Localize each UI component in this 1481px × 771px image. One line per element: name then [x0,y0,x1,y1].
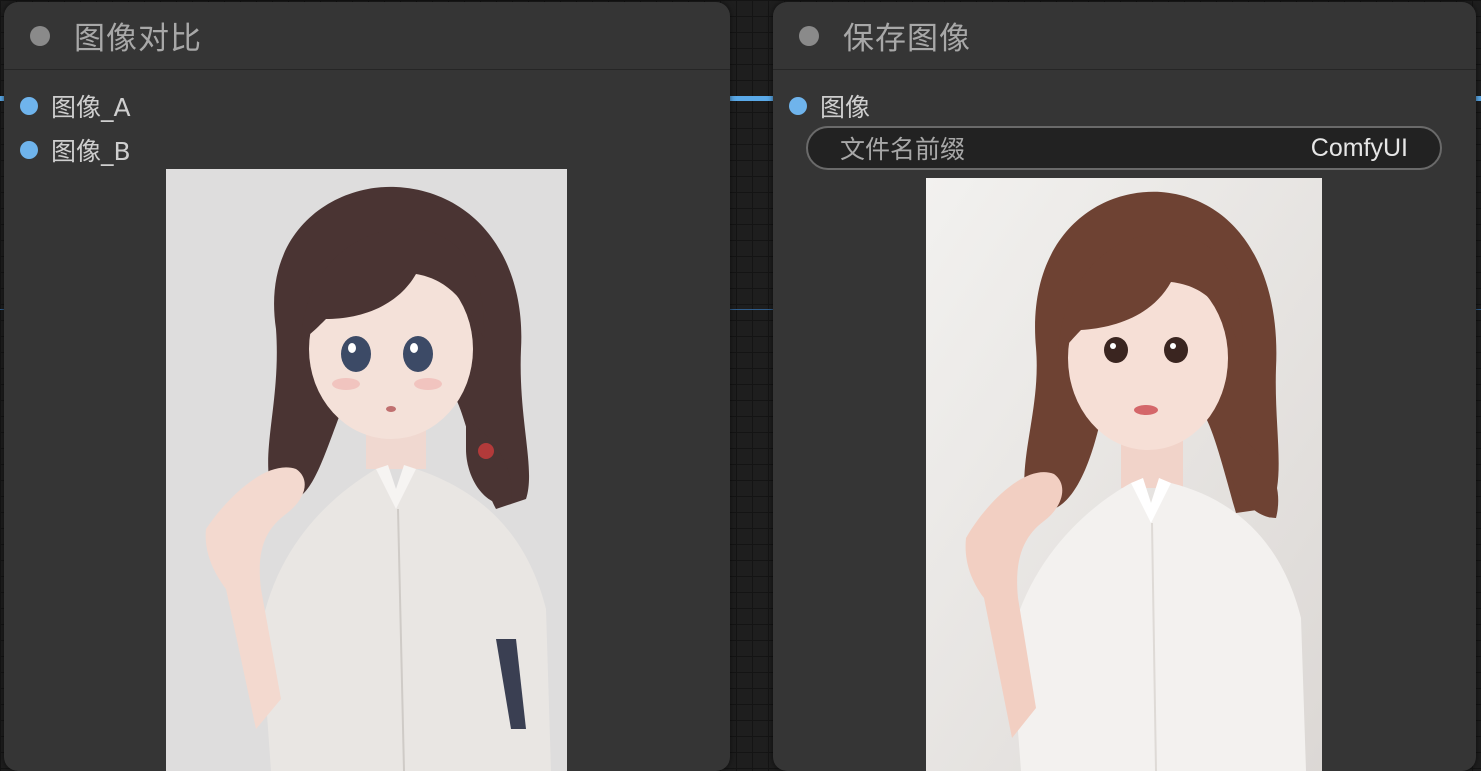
filename-prefix-value[interactable]: ComfyUI [1311,134,1408,163]
input-label-image-a: 图像_A [51,93,131,122]
input-dot-icon[interactable] [20,141,38,159]
compare-preview-image[interactable] [166,169,567,771]
node-title: 图像对比 [74,21,202,57]
collapse-dot-icon[interactable] [799,25,819,46]
input-label-image: 图像 [820,93,871,122]
node-title-bar[interactable]: 保存图像 [773,2,1476,70]
save-image-node[interactable]: 保存图像 图像 文件名前缀 ComfyUI [773,2,1476,771]
saved-preview-image[interactable] [926,178,1322,771]
input-slot-image-b[interactable]: 图像_B [20,132,131,168]
input-slot-image[interactable]: 图像 [789,88,870,124]
image-compare-node[interactable]: 图像对比 图像_A 图像_B [4,2,730,771]
input-dot-icon[interactable] [20,97,38,115]
collapse-dot-icon[interactable] [30,25,50,46]
node-title-bar[interactable]: 图像对比 [4,2,730,70]
input-slot-image-a[interactable]: 图像_A [20,88,131,124]
input-label-image-b: 图像_B [51,137,131,166]
input-dot-icon[interactable] [789,97,807,115]
node-title: 保存图像 [843,21,971,57]
filename-prefix-field[interactable]: 文件名前缀 ComfyUI [806,126,1442,170]
filename-prefix-label: 文件名前缀 [840,135,966,164]
